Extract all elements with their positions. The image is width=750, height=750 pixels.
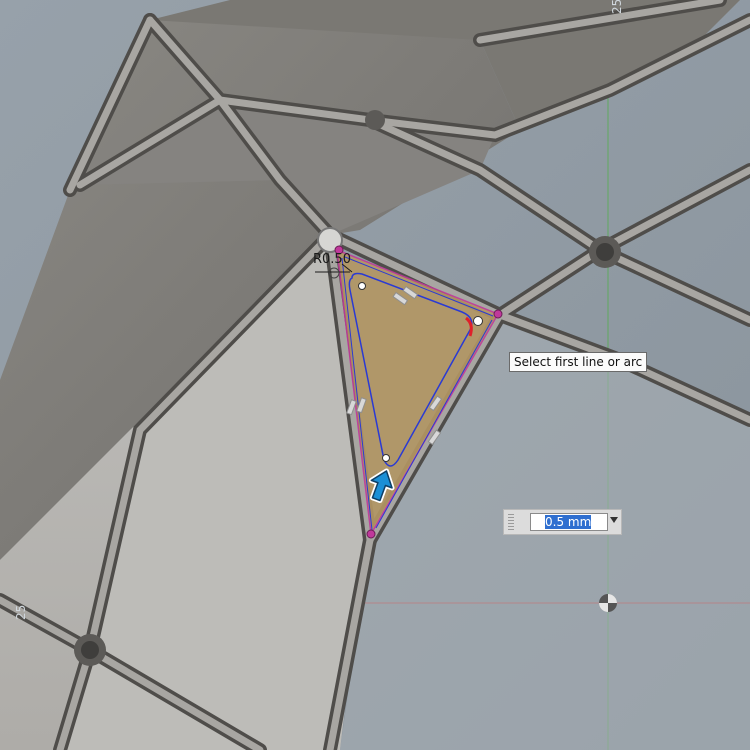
value-input-box[interactable]: 0.5 mm bbox=[503, 509, 622, 535]
origin-icon[interactable] bbox=[599, 594, 617, 612]
drag-grip-icon[interactable] bbox=[508, 514, 514, 530]
offset-value-text: 0.5 mm bbox=[545, 515, 592, 529]
grid-axis-label-left: 25 bbox=[14, 604, 28, 620]
3d-viewport[interactable]: 25 25 R0.50 Select first line or arc 0.5… bbox=[0, 0, 750, 750]
radius-dimension-label[interactable]: R0.50 bbox=[313, 252, 351, 267]
grid-axis-label-top: 25 bbox=[610, 0, 624, 14]
selection-tooltip: Select first line or arc bbox=[509, 352, 648, 372]
chevron-down-icon[interactable] bbox=[610, 517, 618, 523]
model-canvas[interactable] bbox=[0, 0, 750, 750]
offset-value-input[interactable]: 0.5 mm bbox=[530, 513, 608, 531]
